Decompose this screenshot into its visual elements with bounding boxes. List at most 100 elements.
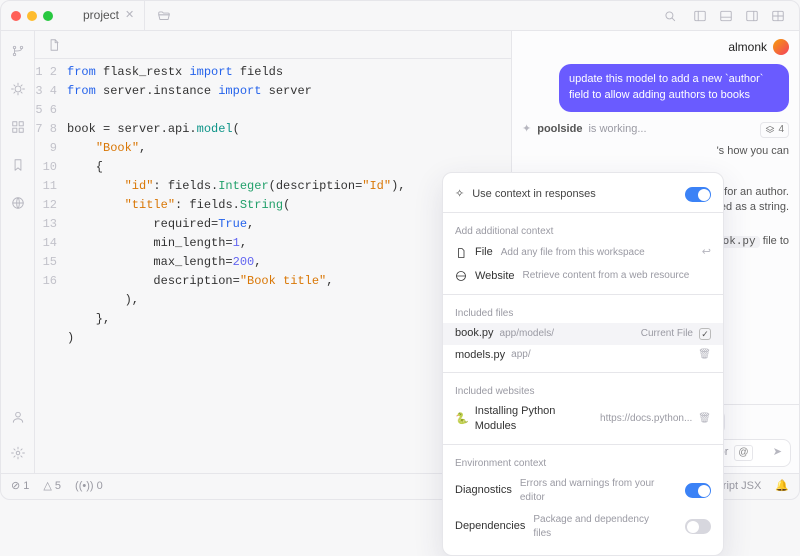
user-message-text: update this model to add a new `author` …: [569, 73, 763, 101]
line-gutter: 1 2 3 4 5 6 7 8 9 10 11 12 13 14 15 16: [35, 63, 67, 348]
window-controls[interactable]: [11, 11, 53, 21]
env-context-label: Environment context: [443, 451, 723, 473]
popover-title: Use context in responses: [472, 187, 596, 202]
file-path: app/: [511, 348, 530, 362]
add-website-row[interactable]: Website Retrieve content from a web reso…: [443, 265, 723, 288]
trash-icon[interactable]: 🗑: [698, 348, 711, 362]
included-file-row[interactable]: book.py app/models/ Current File ✓: [443, 323, 723, 344]
titlebar: project ✕: [1, 1, 799, 31]
bug-icon: [11, 82, 25, 96]
reply-frag-1: 's how you can: [522, 144, 789, 159]
status-bell-icon[interactable]: 🔔: [775, 479, 789, 494]
add-file-row[interactable]: File Add any file from this workspace ↩: [443, 241, 723, 264]
dependencies-hint: Package and dependency files: [533, 513, 669, 541]
sparkle-icon: ✧: [455, 187, 464, 202]
editor-tabstrip: [35, 31, 511, 59]
folder-open-icon: [157, 9, 171, 23]
add-file-hint: Add any file from this workspace: [501, 246, 645, 260]
assistant-status-row: ✦ poolside is working... 4: [512, 122, 799, 138]
gear-icon: [11, 446, 25, 460]
sparkle-icon: ✦: [522, 122, 531, 137]
boxes-icon: [11, 120, 25, 134]
add-web-label: Website: [475, 269, 515, 284]
avatar[interactable]: [773, 39, 789, 55]
dependencies-label: Dependencies: [455, 519, 525, 534]
globe-icon: [455, 270, 467, 282]
included-site-row[interactable]: 🐍 Installing Python Modules https://docs…: [443, 401, 723, 438]
add-file-label: File: [475, 245, 493, 260]
return-icon: ↩: [702, 245, 711, 260]
bookmark-button[interactable]: [6, 153, 30, 177]
project-tab-label: project: [83, 7, 119, 24]
status-broadcast[interactable]: ((•)) 0: [75, 479, 103, 494]
user-icon: [11, 410, 25, 424]
user-message-bubble: update this model to add a new `author` …: [559, 64, 789, 112]
context-popover: ✧ Use context in responses Add additiona…: [442, 172, 724, 556]
stack-icon: [765, 125, 775, 135]
trash-icon[interactable]: 🗑: [698, 412, 711, 426]
panel-left-button[interactable]: [689, 5, 711, 27]
popover-title-row: ✧ Use context in responses: [443, 183, 723, 206]
editor: 1 2 3 4 5 6 7 8 9 10 11 12 13 14 15 16 f…: [35, 31, 511, 473]
context-master-toggle[interactable]: [685, 187, 711, 202]
code-content: from flask_restx import fields from serv…: [67, 63, 406, 348]
file-checkbox[interactable]: ✓: [699, 328, 711, 340]
panel-bottom-button[interactable]: [715, 5, 737, 27]
minimize-window-icon[interactable]: [27, 11, 37, 21]
diagnostics-hint: Errors and warnings from your editor: [520, 477, 669, 505]
code-editor[interactable]: 1 2 3 4 5 6 7 8 9 10 11 12 13 14 15 16 f…: [35, 59, 511, 348]
search-icon: [663, 9, 677, 23]
assistant-name: poolside: [537, 122, 582, 137]
included-sites-label: Included websites: [443, 379, 723, 401]
chat-username: almonk: [728, 39, 767, 56]
dependencies-row: Dependencies Package and dependency file…: [443, 509, 723, 545]
context-chip[interactable]: 4: [760, 122, 789, 138]
site-url: https://docs.python...: [600, 412, 692, 426]
globe-icon: [11, 196, 25, 210]
account-button[interactable]: [6, 405, 30, 429]
site-title: Installing Python Modules: [475, 404, 594, 435]
assistant-status: is working...: [588, 122, 646, 137]
layout-toggles: [689, 5, 789, 27]
chat-user-row: almonk: [512, 31, 799, 64]
current-file-badge: Current File: [641, 327, 693, 341]
file-tab[interactable]: [43, 34, 65, 56]
add-context-label: Add additional context: [443, 219, 723, 241]
panel-right-icon: [745, 9, 759, 23]
maximize-window-icon[interactable]: [43, 11, 53, 21]
dependencies-toggle[interactable]: [685, 519, 711, 534]
source-control-button[interactable]: [6, 39, 30, 63]
diagnostics-row: Diagnostics Errors and warnings from you…: [443, 473, 723, 509]
context-count: 4: [778, 123, 784, 137]
file-icon: [455, 247, 467, 259]
search-button[interactable]: [659, 5, 681, 27]
close-window-icon[interactable]: [11, 11, 21, 21]
close-tab-icon[interactable]: ✕: [125, 8, 134, 23]
python-icon: 🐍: [455, 412, 469, 427]
activity-bar: [1, 31, 35, 473]
panel-grid-button[interactable]: [767, 5, 789, 27]
project-tab[interactable]: project ✕: [67, 1, 145, 30]
status-errors[interactable]: ⊘ 1: [11, 479, 29, 494]
included-files-label: Included files: [443, 301, 723, 323]
at-key: @: [734, 445, 752, 461]
extensions-button[interactable]: [6, 115, 30, 139]
debug-button[interactable]: [6, 77, 30, 101]
send-icon[interactable]: ➤: [773, 445, 782, 460]
add-web-hint: Retrieve content from a web resource: [523, 269, 690, 283]
branch-icon: [11, 44, 25, 58]
panel-grid-icon: [771, 9, 785, 23]
file-icon: [47, 38, 61, 52]
included-file-row[interactable]: models.py app/ 🗑: [443, 345, 723, 366]
settings-button[interactable]: [6, 441, 30, 465]
bookmark-icon: [11, 158, 25, 172]
panel-right-button[interactable]: [741, 5, 763, 27]
file-path: app/models/: [500, 327, 554, 341]
new-tab-button[interactable]: [153, 5, 175, 27]
diagnostics-toggle[interactable]: [685, 483, 711, 498]
status-warnings[interactable]: △ 5: [43, 479, 61, 494]
globe-button[interactable]: [6, 191, 30, 215]
panel-bottom-icon: [719, 9, 733, 23]
file-name: models.py: [455, 348, 505, 363]
file-name: book.py: [455, 326, 494, 341]
